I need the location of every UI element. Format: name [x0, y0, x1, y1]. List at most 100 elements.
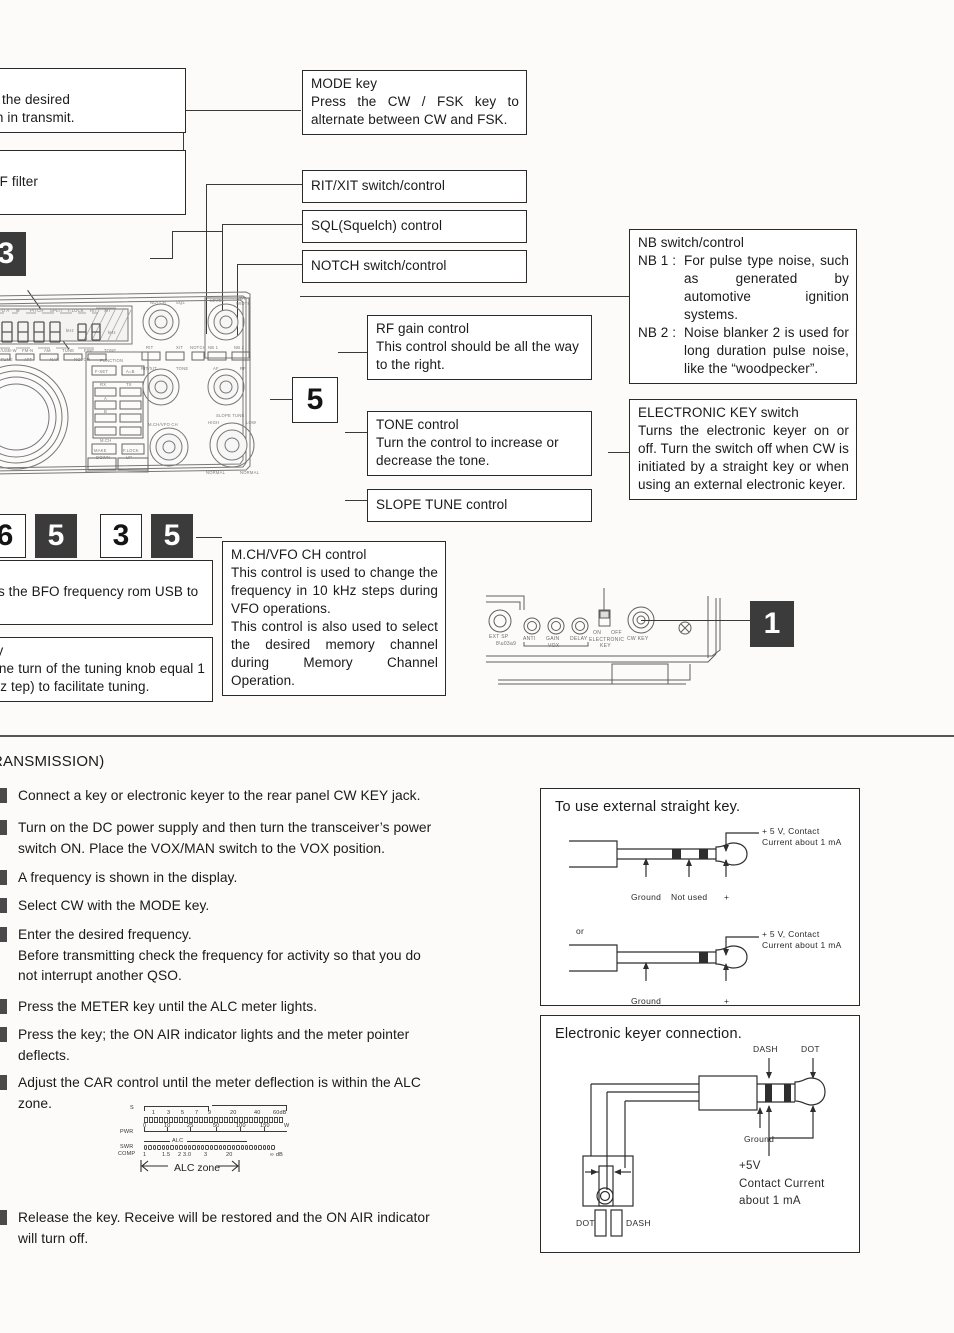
plug1-label-plus: +: [724, 892, 730, 902]
svg-text:F.LOCK: F.LOCK: [68, 308, 84, 313]
callout-body: Turn the control to increase or decrease…: [376, 434, 559, 468]
callout-rf-gain: RF gain control This control should be a…: [367, 315, 592, 380]
keyer-note-line3: about 1 mA: [739, 1195, 801, 1207]
svg-text:NB 1: NB 1: [208, 345, 219, 350]
callout-mode-key: MODE key Press the CW / FSK key to alter…: [302, 70, 527, 135]
callout-title: ER key: [0, 155, 178, 173]
step-item: Turn on the DC power supply and then tur…: [0, 818, 520, 859]
meter-pwr-tick: W: [284, 1123, 290, 1129]
meter-s-tick: 40: [254, 1110, 261, 1116]
svg-text:LEVEL: LEVEL: [210, 298, 225, 303]
callout-body: Turns the electronic keyer on or off. Tu…: [638, 422, 849, 492]
svg-text:EXT SP: EXT SP: [489, 634, 509, 640]
rear-panel-illustration: EXT SP8\u03a9 ANTI GAIN DELAY VOX ON OFF EL…: [486, 588, 721, 685]
svg-text:A=B: A=B: [126, 369, 135, 374]
section-divider: [0, 735, 954, 737]
meter-s-tick: 1: [152, 1110, 156, 1116]
svg-text:VOX: VOX: [548, 643, 560, 649]
callout-title: RIT/XIT switch/control: [311, 178, 445, 193]
paddle-label-dot: DOT: [576, 1218, 595, 1228]
callout-body: Reverses the BFO frequency rom USB to LS…: [0, 583, 199, 599]
svg-text:KEY: KEY: [600, 643, 611, 649]
svg-text:A: A: [104, 396, 107, 401]
step-bullet: [0, 1027, 7, 1042]
step-item: Enter the desired frequency. Before tran…: [0, 925, 520, 987]
svg-text:SPLIT: SPLIT: [50, 308, 63, 313]
svg-text:NOTCH: NOTCH: [150, 300, 166, 305]
callout-sql: SQL(Squelch) control: [302, 210, 527, 243]
svg-text:UP: UP: [126, 455, 132, 460]
meter-s-tick: 20: [230, 1110, 237, 1116]
meter-pwr-tick: 25: [187, 1123, 194, 1129]
step-line: Turn on the DC power supply and then tur…: [18, 820, 432, 835]
callout-notch: NOTCH switch/control: [302, 250, 527, 283]
diagram-title: To use external straight key.: [555, 799, 741, 815]
svg-text:XIT: XIT: [104, 308, 111, 313]
meter-alc-label: ALC: [172, 1138, 184, 1144]
step-item: A frequency is shown in the display.: [0, 868, 520, 889]
plug1-note-line2: Current about 1 mA: [762, 837, 842, 847]
meter-pwr-tick: 100: [236, 1123, 246, 1129]
step-item: Select CW with the MODE key.: [0, 896, 520, 917]
step-body: Turn on the DC power supply and then tur…: [18, 818, 431, 859]
step-bullet: [0, 1075, 7, 1090]
step-line: deflects.: [18, 1047, 70, 1063]
callout-title: ER key: [0, 73, 178, 91]
svg-text:NB 2: NB 2: [234, 345, 245, 350]
nb-label: NB 2 :: [638, 324, 677, 340]
keyer-label-dash: DASH: [753, 1044, 778, 1054]
meter-pwr-tick: 10: [164, 1123, 171, 1129]
svg-text:NORMAL: NORMAL: [240, 470, 260, 475]
step-body: Press the key; the ON AIR indicator ligh…: [18, 1025, 409, 1066]
svg-text:PITCH: PITCH: [30, 308, 44, 313]
leader-line: [206, 184, 302, 186]
callout-slope-tune: SLOPE TUNE control: [367, 489, 592, 522]
step-bullet: [0, 870, 7, 885]
callout-rit-xit: RIT/XIT switch/control: [302, 170, 527, 203]
svg-text:TONE: TONE: [104, 348, 116, 353]
step-line: not interrupt another QSO.: [18, 968, 182, 984]
meter-s-tick: 9: [208, 1110, 212, 1116]
svg-text:kHz: kHz: [66, 328, 74, 333]
svg-text:RF: RF: [240, 366, 246, 371]
step-item: Press the key; the ON AIR indicator ligh…: [0, 1025, 520, 1066]
leader-line: [345, 432, 369, 434]
leader-line: [237, 264, 302, 266]
meter-rule: [144, 1106, 208, 1107]
svg-text:MAKE: MAKE: [94, 448, 107, 453]
meter-bargraph-swr: [144, 1145, 275, 1150]
leader-line: [641, 620, 751, 622]
callout-nb: NB switch/control NB 1 : For pulse type …: [629, 229, 857, 384]
meter-s-label: S: [130, 1105, 134, 1111]
leader-line: [172, 231, 223, 233]
step-item: Press the METER key until the ALC meter …: [0, 997, 520, 1018]
callout-mch-vfo: M.CH/VFO CH control This control is used…: [222, 541, 446, 696]
svg-text:GAIN: GAIN: [546, 636, 560, 642]
or-label: or: [576, 926, 585, 936]
meter-s-tick: 5: [181, 1110, 185, 1116]
leader-line: [222, 224, 302, 226]
leader-line: [172, 231, 174, 258]
svg-text:WIDTH: WIDTH: [236, 301, 251, 306]
callout-line: to select the desired: [0, 91, 70, 107]
step-body: A frequency is shown in the display.: [18, 868, 237, 889]
meter-comp-label: COMP: [118, 1151, 136, 1157]
step-bullet: [0, 1210, 7, 1225]
meter-pwr-tick: 150: [260, 1123, 270, 1129]
step-bullet: [0, 927, 7, 942]
svg-text:SLOPE TUNE: SLOPE TUNE: [216, 413, 244, 418]
step-bullet: [0, 999, 7, 1014]
callout-title: NB switch/control: [638, 235, 744, 250]
svg-text:M.CH/VFO CH: M.CH/VFO CH: [148, 422, 178, 427]
paddle-label-dash: DASH: [626, 1218, 651, 1228]
svg-text:RIT: RIT: [90, 308, 98, 313]
step-body: Enter the desired frequency. Before tran…: [18, 925, 421, 987]
plug1-note-line1: + 5 V, Contact: [762, 826, 820, 836]
step-line: will turn off.: [18, 1230, 89, 1246]
step-line: Select CW with the MODE key.: [18, 898, 210, 913]
svg-text:DELAY: DELAY: [570, 636, 588, 642]
plug2-label-plus: +: [724, 996, 730, 1006]
plug1-label-ground: Ground: [631, 892, 662, 902]
front-panel-illustration: NOTCH SQL LEVEL VBTWIDTH RIT XIT NOTCH NB 1N…: [0, 291, 260, 475]
callout-body-2: This control is also used to select the …: [231, 618, 438, 688]
